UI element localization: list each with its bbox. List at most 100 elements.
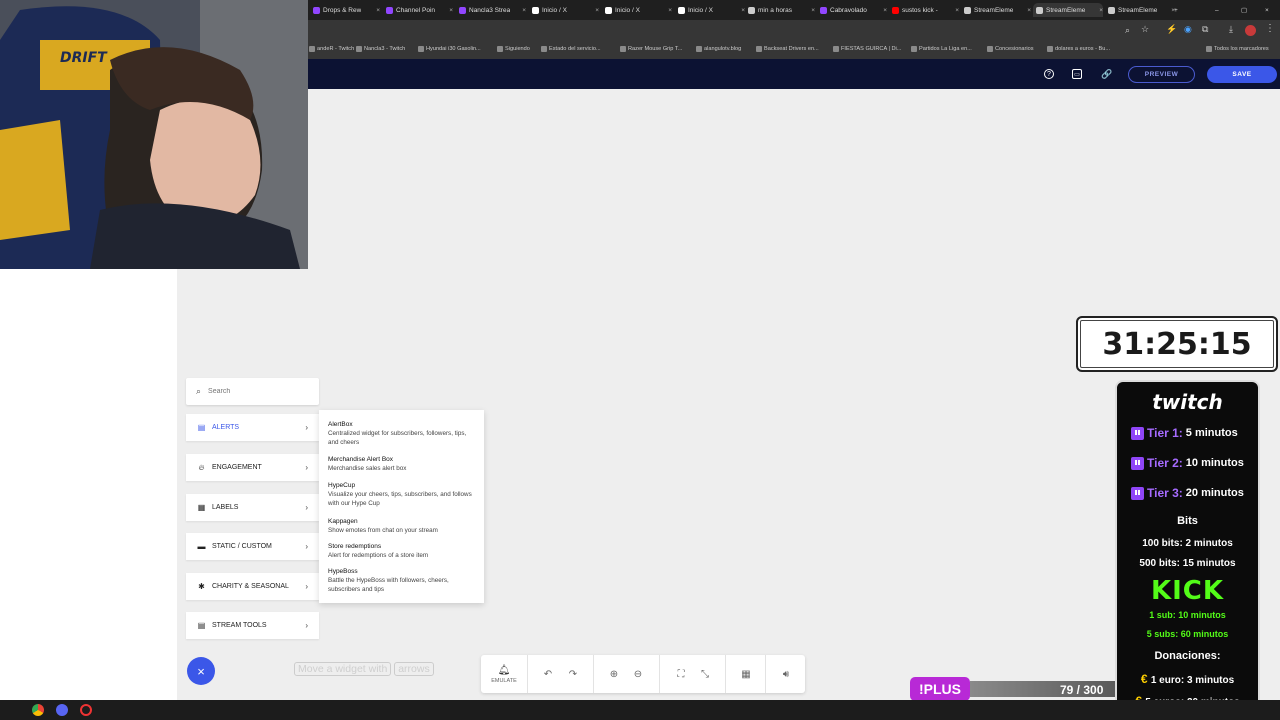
- favicon-icon: [497, 46, 503, 52]
- bookmark-item[interactable]: Nancla3 - Twitch: [356, 46, 405, 52]
- tools-icon: ▤: [197, 621, 206, 630]
- bookmark-item[interactable]: Backseat Drivers en...: [756, 46, 819, 52]
- bookmark-item[interactable]: Partidos La Liga en...: [911, 46, 972, 52]
- browser-tab[interactable]: min a horas ×: [745, 3, 815, 17]
- category-stream-tools[interactable]: ▤ STREAM TOOLS ›: [186, 612, 319, 639]
- category-charity-seasonal[interactable]: ✱ CHARITY & SEASONAL ›: [186, 573, 319, 600]
- widget-item-hypecup[interactable]: HypeCup Visualize your cheers, tips, sub…: [328, 481, 478, 508]
- undo-icon[interactable]: ↶: [539, 655, 557, 693]
- bookmark-label: andeR - Twitch: [317, 46, 355, 52]
- zoom-out-icon[interactable]: ⊖: [629, 655, 647, 693]
- browser-tab[interactable]: Drops & Rew ×: [310, 3, 380, 17]
- preview-button[interactable]: PREVIEW: [1128, 66, 1195, 83]
- bookmark-label: FIESTAS GUIRCA | Di...: [841, 46, 902, 52]
- tier-value: 20 minutos: [1185, 487, 1244, 499]
- redo-icon[interactable]: ↷: [564, 655, 582, 693]
- chevron-right-icon: ›: [305, 463, 308, 472]
- bookmark-item[interactable]: Siguiendo: [497, 46, 530, 52]
- search-input[interactable]: [208, 388, 299, 395]
- browser-tab[interactable]: sustos kick - ×: [889, 3, 959, 17]
- bookmark-item[interactable]: andeR - Twitch: [309, 46, 354, 52]
- favicon-icon: [418, 46, 424, 52]
- fit-screen-icon[interactable]: ⛶: [672, 655, 690, 693]
- bits-title: Bits: [1177, 515, 1198, 527]
- close-tab-icon[interactable]: ×: [952, 7, 959, 14]
- browser-tab[interactable]: Inicio / X ×: [602, 3, 672, 17]
- bookmark-item[interactable]: Concesionarios: [987, 46, 1034, 52]
- chrome-icon[interactable]: [32, 704, 44, 716]
- screen-icon[interactable]: ▭: [1072, 69, 1082, 79]
- bookmark-item[interactable]: dolares a euros - Bu...: [1047, 46, 1110, 52]
- close-tab-icon[interactable]: ×: [665, 7, 672, 14]
- chevron-right-icon: ›: [305, 423, 308, 432]
- favicon-icon: [1108, 6, 1115, 14]
- save-button[interactable]: SAVE: [1207, 66, 1277, 83]
- browser-tab[interactable]: Inicio / X ×: [675, 3, 745, 17]
- close-tab-icon[interactable]: ×: [738, 7, 745, 14]
- extension-icon[interactable]: ⚡: [1166, 24, 1177, 35]
- browser-tab[interactable]: Cabravolado ×: [817, 3, 887, 17]
- maximize-icon[interactable]: ▢: [1241, 3, 1247, 17]
- app-icon[interactable]: [56, 704, 68, 716]
- close-tab-icon[interactable]: ×: [1024, 7, 1031, 14]
- browser-tab[interactable]: StreamEleme ×: [1105, 3, 1175, 17]
- favicon-icon: [892, 6, 899, 14]
- chevron-right-icon: ›: [305, 582, 308, 591]
- volume-icon[interactable]: 🔊︎: [777, 655, 795, 693]
- browser-tab[interactable]: StreamEleme ×: [1033, 3, 1103, 17]
- widget-item-alertbox[interactable]: AlertBox Centralized widget for subscrib…: [328, 420, 478, 447]
- bookmark-item[interactable]: Razer Mouse Grip T...: [620, 46, 682, 52]
- menu-icon[interactable]: ⋮: [1265, 23, 1275, 34]
- bookmark-label: dolares a euros - Bu...: [1055, 46, 1111, 52]
- bookmark-item[interactable]: Estado del servicio...: [541, 46, 601, 52]
- bookmark-item[interactable]: Todos los marcadores: [1206, 46, 1269, 52]
- emulate-button[interactable]: 🔔︎ EMULATE: [485, 655, 523, 693]
- minimize-icon[interactable]: –: [1215, 3, 1219, 17]
- close-tab-icon[interactable]: ×: [519, 7, 526, 14]
- category-labels[interactable]: ▦ LABELS ›: [186, 494, 319, 521]
- close-icon[interactable]: ×: [1265, 3, 1269, 17]
- favicon-icon: [964, 6, 971, 14]
- download-icon[interactable]: ⤓: [1229, 24, 1233, 35]
- help-icon[interactable]: ?: [1044, 69, 1054, 79]
- extension-icon[interactable]: ◉: [1184, 24, 1192, 35]
- record-icon[interactable]: [80, 704, 92, 716]
- bookmark-star-icon[interactable]: ☆: [1141, 24, 1149, 35]
- close-tab-icon[interactable]: ×: [373, 7, 380, 14]
- chevron-right-icon: ›: [305, 503, 308, 512]
- zoom-in-icon[interactable]: ⊕: [605, 655, 623, 693]
- bookmark-label: alangulotv.blog: [704, 46, 742, 52]
- category-engagement[interactable]: 🔥︎ ENGAGEMENT ›: [186, 454, 319, 481]
- widget-title: HypeBoss: [328, 568, 358, 575]
- browser-tab[interactable]: Nancla3 Strea ×: [456, 3, 526, 17]
- widget-item-hypeboss[interactable]: HypeBoss Battle the HypeBoss with follow…: [328, 567, 478, 594]
- close-tab-icon[interactable]: ×: [592, 7, 599, 14]
- browser-tab[interactable]: Inicio / X ×: [529, 3, 599, 17]
- grid-icon[interactable]: ▦: [737, 655, 755, 693]
- close-tab-icon[interactable]: ×: [808, 7, 815, 14]
- extension-icon[interactable]: ⧉: [1202, 24, 1208, 35]
- bookmark-item[interactable]: alangulotv.blog: [696, 46, 741, 52]
- shrink-icon[interactable]: ⤡: [696, 655, 714, 693]
- browser-tab[interactable]: StreamEleme ×: [961, 3, 1031, 17]
- bookmark-item[interactable]: Hyundai i30 Gasolin...: [418, 46, 481, 52]
- avatar[interactable]: [1245, 25, 1256, 36]
- new-tab-icon[interactable]: +: [1174, 3, 1178, 17]
- favicon-icon: [532, 6, 539, 14]
- widget-item-kappagen[interactable]: Kappagen Show emotes from chat on your s…: [328, 517, 478, 535]
- widget-item-store-redemptions[interactable]: Store redemptions Alert for redemptions …: [328, 542, 478, 560]
- widget-item-merchandise-alert-box[interactable]: Merchandise Alert Box Merchandise sales …: [328, 455, 478, 473]
- close-tab-icon[interactable]: ×: [1096, 7, 1103, 14]
- browser-tab[interactable]: Channel Poin ×: [383, 3, 453, 17]
- link-icon[interactable]: 🔗: [1101, 69, 1112, 79]
- close-tab-icon[interactable]: ×: [880, 7, 887, 14]
- bookmark-item[interactable]: FIESTAS GUIRCA | Di...: [833, 46, 901, 52]
- close-tab-icon[interactable]: ×: [446, 7, 453, 14]
- charity-icon: ✱: [198, 582, 205, 591]
- widget-description: Centralized widget for subscribers, foll…: [328, 430, 467, 446]
- widget-search[interactable]: ⌕: [186, 378, 319, 405]
- category-alerts[interactable]: ▤ ALERTS ›: [186, 414, 319, 441]
- close-menu-button[interactable]: ×: [187, 657, 215, 685]
- search-icon[interactable]: ⌕: [1125, 25, 1130, 36]
- category-static-custom[interactable]: ▬ STATIC / CUSTOM ›: [186, 533, 319, 560]
